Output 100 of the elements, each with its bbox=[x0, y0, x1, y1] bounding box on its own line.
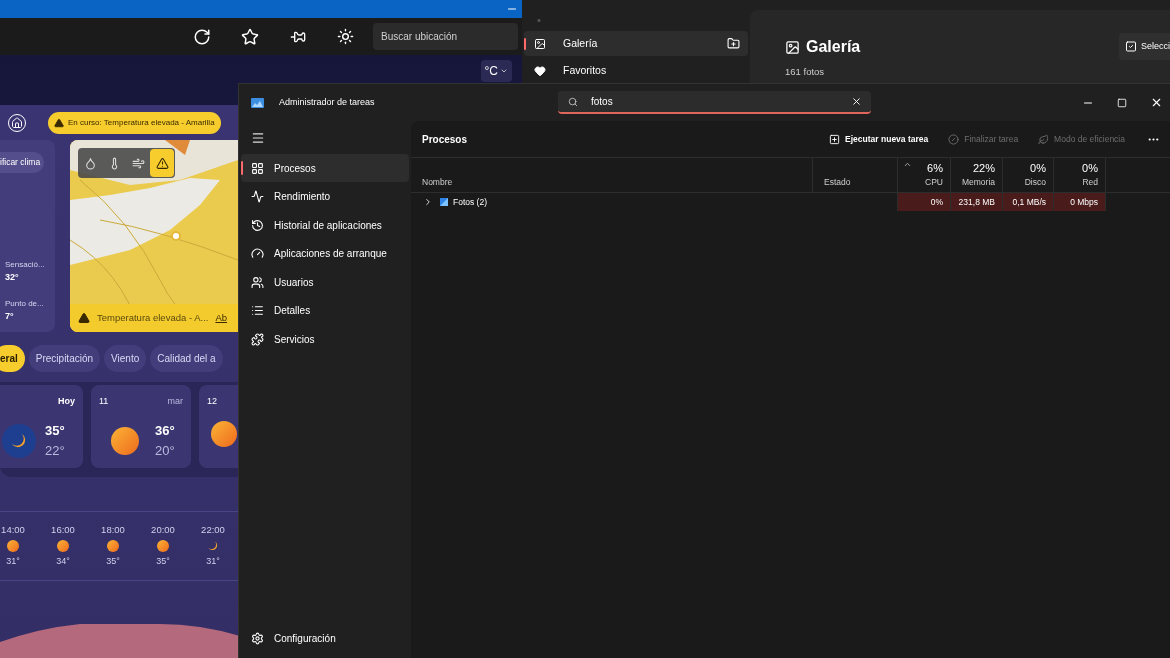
moon-icon bbox=[207, 540, 219, 553]
nav-item[interactable]: Usuarios bbox=[241, 268, 409, 296]
detail-value: 32° bbox=[5, 271, 20, 284]
hour-temp: 35° bbox=[156, 555, 170, 569]
hour-temp: 31° bbox=[6, 555, 20, 569]
hour-time: 16:00 bbox=[51, 523, 75, 538]
column-header[interactable]: Nombre bbox=[411, 158, 813, 192]
expand-icon[interactable] bbox=[423, 197, 433, 207]
select-button[interactable]: Selecci bbox=[1119, 33, 1170, 60]
nav-item[interactable]: Galería bbox=[524, 31, 748, 56]
add-folder-icon[interactable] bbox=[727, 37, 740, 50]
hour-temp: 34° bbox=[56, 555, 70, 569]
tab[interactable]: eral bbox=[0, 345, 25, 372]
grid-icon bbox=[251, 161, 264, 175]
nav-item[interactable]: Aplicaciones de arranque bbox=[241, 239, 409, 268]
alert-text: Temperatura elevada - A... bbox=[97, 310, 209, 325]
hour-time: 18:00 bbox=[101, 523, 125, 538]
tab[interactable]: Viento bbox=[104, 345, 147, 372]
droplet-icon bbox=[83, 156, 97, 170]
day-card[interactable]: Hoy 35° 22° bbox=[0, 385, 83, 468]
table-cell: 0,1 MB/s bbox=[1003, 193, 1054, 211]
caret-icon bbox=[500, 67, 508, 75]
column-header[interactable]: 0% Disco bbox=[1003, 158, 1054, 192]
low-temp: 22° bbox=[45, 441, 65, 460]
checkbox-icon bbox=[1125, 40, 1137, 53]
page-title: Galería bbox=[806, 37, 861, 57]
alert-link[interactable]: Ab bbox=[215, 310, 228, 326]
history-icon bbox=[251, 218, 264, 232]
sun-icon bbox=[111, 426, 139, 455]
toolbar-button[interactable]: Ejecutar nueva tarea bbox=[823, 127, 935, 151]
sun-icon bbox=[7, 540, 19, 553]
leaf-icon bbox=[1038, 133, 1050, 145]
nav-item[interactable]: Rendimiento bbox=[241, 182, 409, 211]
day-card[interactable]: 12 bbox=[199, 385, 238, 468]
column-header[interactable]: 22% Memoria bbox=[951, 158, 1003, 192]
hour-temp: 31° bbox=[206, 555, 220, 569]
users-icon bbox=[251, 275, 264, 289]
nav-item[interactable]: Configuración bbox=[241, 624, 409, 652]
clear-icon[interactable] bbox=[851, 96, 862, 107]
puzzle-icon bbox=[251, 332, 264, 346]
sort-icon bbox=[903, 160, 912, 169]
verify-button[interactable]: ificar clima bbox=[0, 152, 44, 173]
page-heading: Procesos bbox=[422, 132, 468, 147]
detail-label: Punto de... bbox=[5, 297, 45, 310]
nav-item[interactable]: Historial de aplicaciones bbox=[241, 211, 409, 239]
unit-dropdown[interactable]: °C bbox=[480, 60, 512, 82]
hour-temp: 35° bbox=[106, 555, 120, 569]
pulse-icon bbox=[251, 190, 264, 203]
column-header[interactable]: Estado bbox=[813, 158, 898, 192]
detail-label: Sensació... bbox=[5, 259, 46, 271]
map-layer-button[interactable] bbox=[150, 149, 174, 177]
detail-value: 7° bbox=[5, 309, 15, 323]
gauge-icon bbox=[251, 247, 264, 260]
app-icon bbox=[251, 97, 264, 108]
blocked-icon bbox=[948, 133, 960, 145]
nav-item[interactable]: Procesos bbox=[241, 154, 409, 182]
alert-badge[interactable]: En curso: Temperatura elevada - Amarilla bbox=[48, 111, 221, 134]
table-cell: 0 Mbps bbox=[1054, 193, 1106, 211]
nav-item[interactable]: Servicios bbox=[241, 325, 409, 353]
window-title: Administrador de tareas bbox=[279, 95, 376, 109]
sun-icon bbox=[157, 540, 169, 553]
sun-icon bbox=[211, 421, 237, 447]
gallery-icon bbox=[785, 39, 800, 55]
sun-icon bbox=[107, 540, 119, 553]
search-field[interactable]: Buscar ubicación bbox=[373, 23, 518, 50]
maximize-icon[interactable] bbox=[1117, 97, 1127, 108]
search-field[interactable]: fotos bbox=[558, 91, 871, 114]
day-card[interactable]: 11 mar 36° 20° bbox=[91, 385, 191, 468]
nav-item[interactable]: Detalles bbox=[241, 296, 409, 325]
nav-item[interactable]: Favoritos bbox=[524, 58, 748, 83]
close-icon[interactable] bbox=[1150, 96, 1163, 109]
column-header[interactable]: 0% Red bbox=[1054, 158, 1106, 192]
table-cell: 231,8 MB bbox=[951, 193, 1003, 211]
warning-icon bbox=[155, 156, 169, 170]
process-name: Fotos (2) bbox=[453, 195, 487, 209]
table-cell: 0% bbox=[898, 193, 951, 211]
wind-icon bbox=[131, 156, 145, 170]
refresh-icon[interactable] bbox=[193, 27, 211, 46]
hour-time: 14:00 bbox=[1, 523, 25, 538]
process-row[interactable]: Fotos (2) 0% 231,8 MB 0,1 MB/s 0 Mbps bbox=[411, 193, 1170, 211]
hour-time: 22:00 bbox=[201, 523, 225, 538]
day-date: 12 bbox=[207, 395, 217, 407]
settings-icon bbox=[251, 631, 264, 645]
list-icon bbox=[251, 304, 264, 317]
brightness-icon[interactable] bbox=[337, 28, 354, 45]
image-icon bbox=[534, 37, 546, 50]
search-icon bbox=[568, 96, 578, 107]
app-icon bbox=[440, 198, 448, 206]
star-icon[interactable] bbox=[241, 27, 259, 46]
tab[interactable]: Calidad del a bbox=[150, 345, 223, 372]
sun-icon bbox=[57, 540, 69, 553]
high-temp: 35° bbox=[45, 422, 65, 440]
tab[interactable]: Precipitación bbox=[28, 345, 101, 372]
photo-count: 161 fotos bbox=[785, 65, 826, 79]
heart-icon bbox=[534, 64, 546, 77]
day-date: 11 bbox=[99, 395, 109, 407]
day-name: mar bbox=[167, 395, 183, 407]
day-name: Hoy bbox=[58, 395, 75, 407]
warning-icon bbox=[54, 117, 64, 128]
column-header[interactable]: 6% CPU bbox=[898, 158, 951, 192]
